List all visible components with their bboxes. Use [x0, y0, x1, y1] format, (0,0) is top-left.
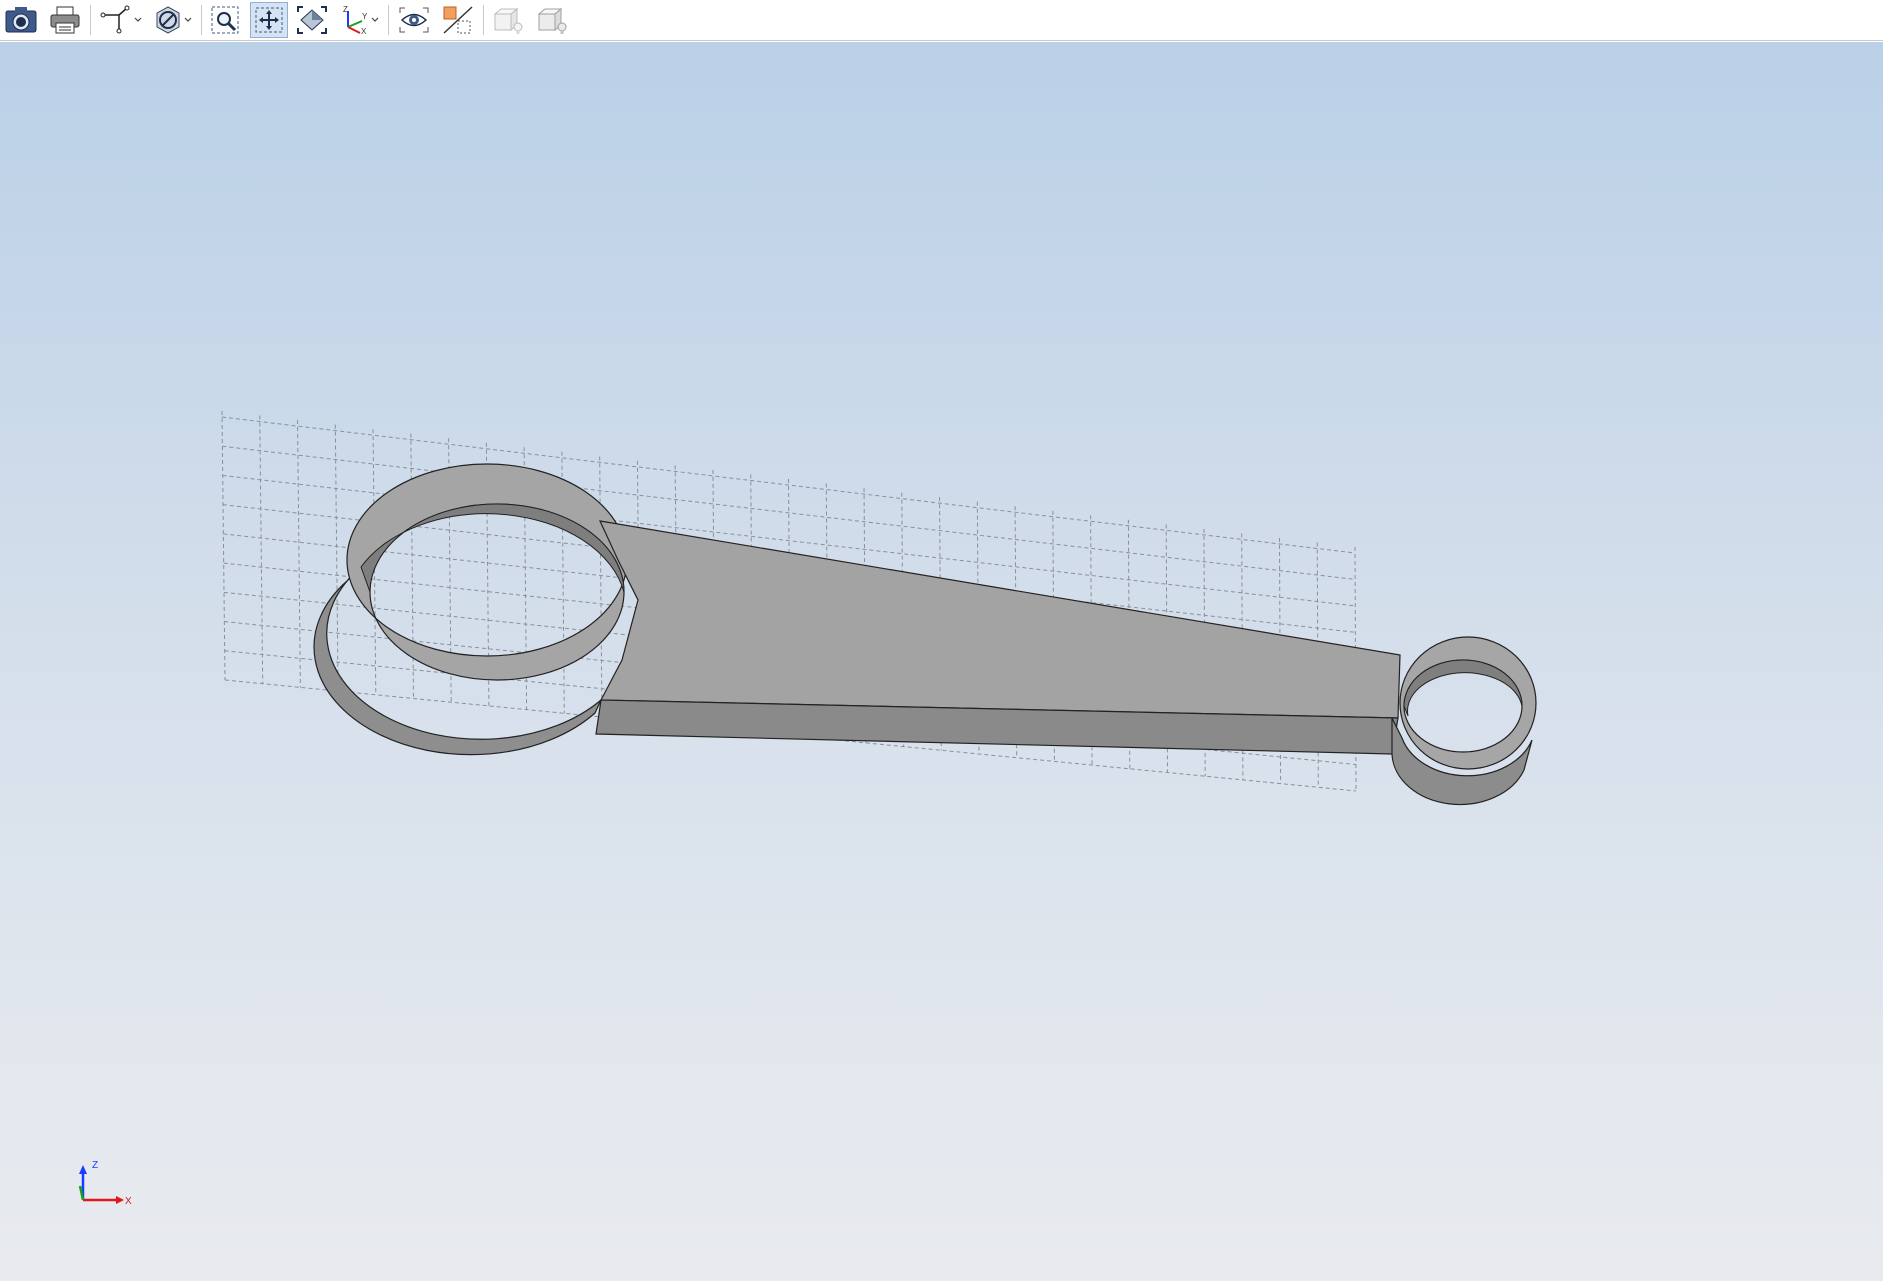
printer-icon — [50, 6, 80, 34]
lighting-on-button[interactable] — [534, 2, 572, 38]
grid-line — [259, 415, 264, 684]
arm-top-face — [598, 520, 1401, 719]
toolbar-separator — [90, 5, 91, 35]
zoom-window-button[interactable] — [208, 2, 244, 38]
3d-viewport[interactable]: Z X — [0, 42, 1883, 1281]
zoom-fit-icon — [297, 6, 327, 34]
zoom-fit-button[interactable] — [294, 2, 330, 38]
pan-button[interactable] — [250, 2, 288, 38]
light-box-icon — [493, 7, 523, 34]
triad-z-label: Z — [92, 1160, 98, 1171]
display-mode-button[interactable] — [151, 2, 195, 38]
pan-icon — [255, 7, 283, 33]
svg-text:X: X — [361, 27, 367, 35]
connecting-rod-model[interactable] — [313, 463, 1537, 806]
chevron-down-icon — [184, 17, 192, 22]
triad-x-label: X — [125, 1196, 132, 1207]
small-end-ring — [1399, 636, 1537, 770]
screenshot-button[interactable] — [2, 2, 40, 38]
main-toolbar: Z Y X — [0, 0, 1883, 41]
sketch-tools-button[interactable] — [97, 2, 145, 38]
visibility-button[interactable] — [395, 2, 433, 38]
grid-line — [334, 424, 339, 692]
slash-circle-icon — [156, 6, 180, 34]
lighting-off-button[interactable] — [490, 2, 528, 38]
viewport-canvas[interactable]: Z X — [0, 42, 1883, 1281]
svg-text:Z: Z — [343, 5, 348, 14]
grid-line — [599, 456, 603, 718]
eye-icon — [399, 7, 429, 33]
print-button[interactable] — [46, 2, 84, 38]
axis-triad: Z X — [78, 1160, 132, 1207]
grid-line — [297, 420, 301, 688]
svg-text:Y: Y — [362, 12, 368, 21]
chevron-down-icon — [371, 17, 379, 22]
camera-icon — [5, 7, 37, 33]
axes-icon: Z Y X — [343, 5, 368, 35]
section-view-button[interactable] — [439, 2, 477, 38]
grid-line — [221, 410, 226, 681]
view-orientation-button[interactable]: Z Y X — [336, 2, 382, 38]
toolbar-separator — [388, 5, 389, 35]
chevron-down-icon — [134, 17, 142, 22]
sketch-icon — [100, 5, 130, 34]
big-end-ring — [346, 463, 628, 681]
light-box-icon — [537, 7, 567, 34]
section-icon — [443, 6, 473, 34]
zoom-window-icon — [211, 6, 239, 34]
toolbar-separator — [483, 5, 484, 35]
toolbar-separator — [201, 5, 202, 35]
grid-line — [410, 433, 414, 699]
